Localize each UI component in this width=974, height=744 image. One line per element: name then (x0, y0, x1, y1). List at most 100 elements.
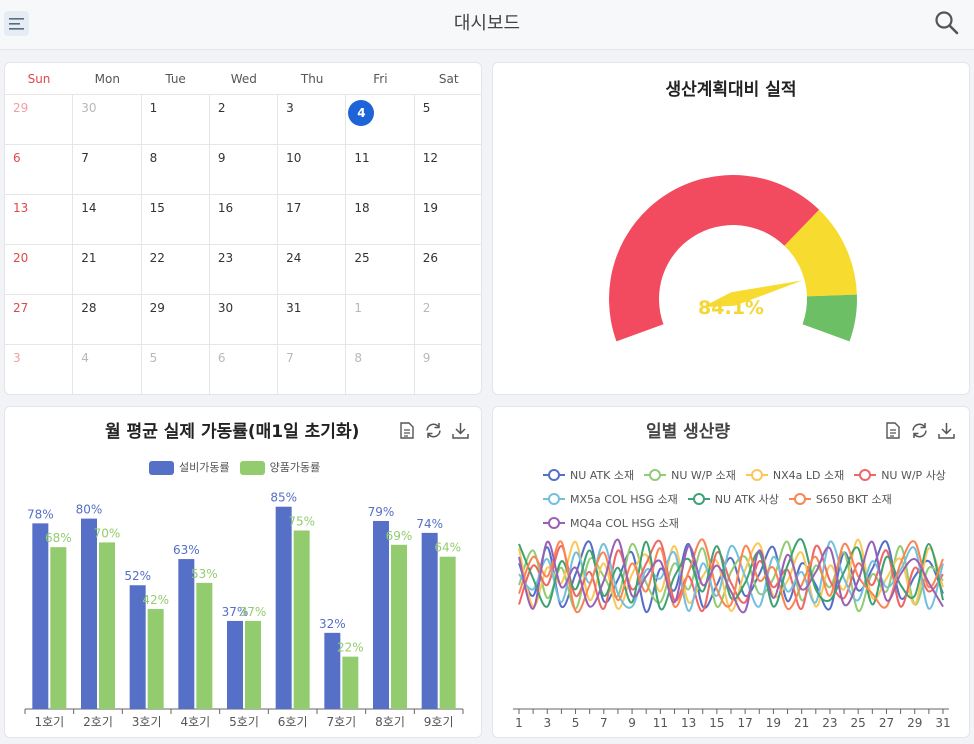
weekday-thu: Thu (300, 72, 324, 86)
today-marker[interactable]: 4 (348, 100, 375, 126)
calendar-day[interactable]: 25 (346, 245, 415, 295)
calendar-day[interactable]: 6 (210, 345, 279, 394)
calendar-day[interactable]: 6 (5, 145, 74, 195)
calendar-day[interactable]: 5 (142, 345, 210, 394)
calendar-day[interactable]: 24 (278, 245, 347, 295)
bar[interactable] (421, 532, 438, 709)
bar-value-label: 64% (434, 541, 461, 555)
x-tick-label: 4호기 (180, 715, 210, 729)
bar[interactable] (342, 656, 359, 709)
calendar-day[interactable]: 9 (415, 345, 481, 394)
calendar-day[interactable]: 11 (346, 145, 415, 195)
calendar-day[interactable]: 4 (73, 345, 142, 394)
x-tick-label: 8호기 (375, 715, 405, 729)
calendar-day[interactable]: 7 (73, 145, 142, 195)
calendar-grid: 29 30 1 2 3 4 5 6 7 8 9 10 11 12 13 14 15 16 17 18 19 20 21 22 2… (5, 95, 481, 394)
bar[interactable] (439, 556, 456, 709)
calendar-day[interactable]: 3 (278, 95, 347, 145)
bar[interactable] (50, 547, 67, 709)
x-tick-label: 7호기 (326, 715, 356, 729)
calendar-day[interactable]: 3 (5, 345, 74, 394)
bar[interactable] (99, 542, 115, 709)
calendar-day[interactable]: 18 (346, 195, 415, 245)
bar[interactable] (275, 506, 292, 709)
top-bar: 대시보드 (0, 0, 974, 50)
weekday-tue: Tue (165, 72, 186, 86)
calendar-day[interactable]: 8 (346, 345, 415, 394)
calendar-day[interactable]: 30 (73, 95, 142, 145)
bar[interactable] (147, 609, 164, 709)
calendar-day[interactable]: 17 (278, 195, 347, 245)
x-tick-label: 9 (628, 716, 636, 730)
bar[interactable] (196, 582, 213, 709)
x-tick-label: 11 (653, 716, 668, 730)
bar-value-label: 80% (76, 503, 103, 517)
calendar-day[interactable]: 7 (278, 345, 347, 394)
x-tick-label: 19 (766, 716, 781, 730)
x-tick-label: 17 (737, 716, 752, 730)
calendar-day[interactable]: 8 (141, 145, 210, 195)
calendar-day[interactable]: 28 (73, 295, 142, 345)
x-tick-label: 29 (907, 716, 922, 730)
weekday-sun: Sun (27, 72, 51, 86)
bar[interactable] (245, 620, 261, 709)
search-icon[interactable] (934, 10, 960, 36)
utilization-bar-panel: 월 평균 실제 가동률(매1일 초기화) 설비가동률 양품가동률 1호기 78% 68… (4, 406, 482, 738)
calendar-day[interactable]: 15 (141, 195, 210, 245)
x-tick-label: 31 (935, 716, 950, 730)
weekday-wed: Wed (230, 72, 257, 86)
line-chart: 1 3 5 7 9 11 13 15 17 19 21 23 25 27 29 31 (513, 538, 951, 730)
x-tick-label: 9호기 (424, 715, 454, 729)
calendar-day[interactable]: 13 (5, 195, 74, 245)
calendar-day[interactable]: 1 (346, 295, 415, 345)
calendar-day[interactable]: 22 (141, 245, 210, 295)
x-tick-label: 7 (600, 716, 608, 730)
calendar-panel: Sun Mon Tue Wed Thu Fri Sat 29 30 1 2 3 4 5 6 7 8 9 10 11 1… (4, 62, 482, 395)
calendar-day[interactable]: 2 (414, 295, 481, 345)
bar[interactable] (178, 559, 195, 709)
bar[interactable] (293, 530, 310, 710)
calendar-day[interactable]: 5 (414, 95, 481, 145)
calendar-day[interactable]: 30 (209, 295, 279, 345)
bar-value-label: 63% (173, 543, 200, 557)
x-tick-label: 2호기 (83, 715, 113, 729)
bar-value-label: 79% (368, 505, 395, 519)
calendar-day[interactable]: 4 (346, 95, 415, 145)
calendar-day[interactable]: 29 (141, 295, 210, 345)
gauge-chart (609, 174, 857, 342)
calendar-day[interactable]: 23 (209, 245, 279, 295)
calendar-day[interactable]: 21 (73, 245, 142, 295)
calendar-day[interactable]: 20 (5, 245, 74, 295)
x-tick-label: 6호기 (278, 715, 308, 729)
weekday-sat: Sat (438, 72, 459, 86)
bar[interactable] (81, 518, 97, 709)
calendar-day[interactable]: 14 (73, 195, 142, 245)
calendar-day[interactable]: 29 (5, 95, 74, 145)
bar-value-label: 75% (288, 515, 315, 529)
bar[interactable] (391, 544, 407, 709)
calendar-day[interactable]: 19 (414, 195, 481, 245)
calendar-day[interactable]: 12 (414, 145, 481, 195)
bar[interactable] (32, 523, 49, 709)
bar-value-label: 69% (386, 529, 413, 543)
calendar-day[interactable]: 27 (5, 295, 74, 345)
x-tick-label: 23 (822, 716, 837, 730)
calendar-day[interactable]: 16 (209, 195, 279, 245)
calendar-day[interactable]: 9 (209, 145, 279, 195)
x-tick-label: 3호기 (132, 715, 162, 729)
calendar-day[interactable]: 26 (414, 245, 481, 295)
gauge-value-label: 84.1% (698, 297, 764, 319)
bar-value-label: 22% (337, 641, 364, 655)
x-tick-label: 1 (515, 716, 523, 730)
bar-value-label: 68% (45, 531, 72, 545)
bar-value-label: 42% (142, 593, 169, 607)
bar-value-label: 78% (27, 507, 54, 521)
x-tick-label: 21 (794, 716, 809, 730)
bar-value-label: 85% (270, 491, 297, 505)
calendar-day[interactable]: 10 (278, 145, 347, 195)
bar[interactable] (373, 520, 389, 709)
calendar-day[interactable]: 31 (278, 295, 347, 345)
calendar-day[interactable]: 1 (141, 95, 210, 145)
calendar-day[interactable]: 2 (209, 95, 279, 145)
bar[interactable] (227, 620, 243, 709)
